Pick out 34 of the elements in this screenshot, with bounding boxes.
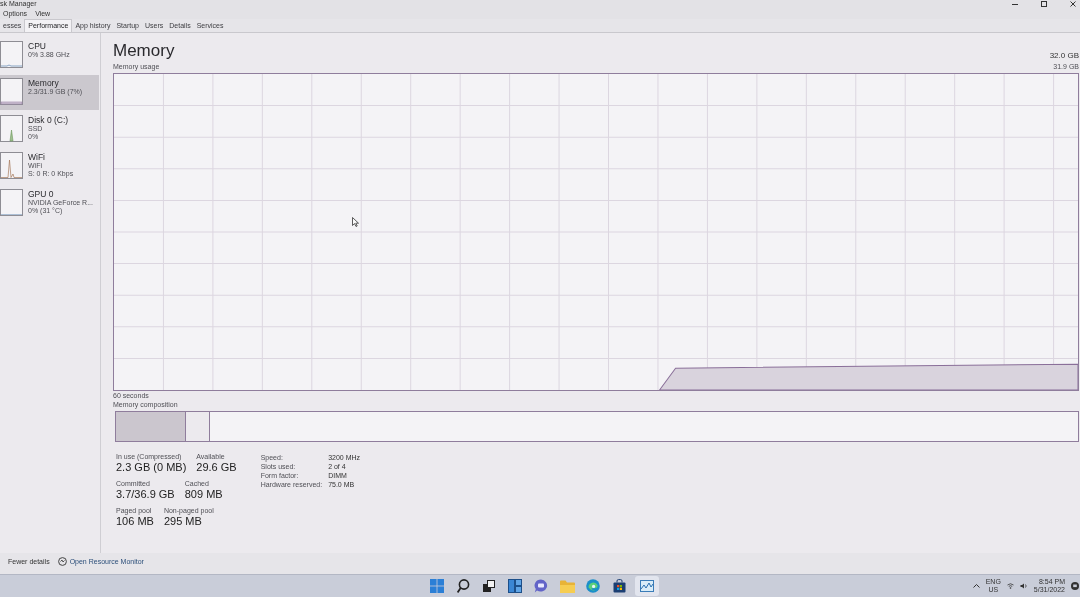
device-name: GPU 0 [28, 189, 55, 199]
device-name: WiFi [28, 152, 46, 162]
search-icon [456, 579, 470, 593]
stat-value: 106 MB [116, 515, 154, 528]
stat-value: 2.3 GB (0 MB) [116, 461, 187, 474]
mouse-pointer-icon [352, 217, 359, 227]
total-memory: 32.0 GB [1049, 51, 1079, 61]
stat-value: 295 MB [163, 515, 203, 528]
chevron-up-icon[interactable] [972, 584, 980, 588]
close-button[interactable] [1068, 0, 1078, 8]
maximize-icon [1041, 1, 1047, 7]
speaker-icon[interactable] [1019, 583, 1028, 589]
page-title: Memory [113, 41, 175, 61]
stat-value: 29.6 GB [196, 461, 237, 474]
chat-bubble-icon [534, 579, 548, 593]
device-name: Disk 0 (C:) [28, 115, 69, 125]
stat-value: 3.7/36.9 GB [116, 488, 175, 501]
close-icon [1070, 1, 1076, 7]
mini-graph-drawing [0, 78, 23, 105]
overlapping-squares-icon [483, 580, 495, 592]
stat-value: 809 MB [184, 488, 223, 501]
graph-icon [640, 580, 654, 592]
notification-icon[interactable] [1071, 582, 1079, 590]
start-icon [430, 579, 444, 593]
maximize-button[interactable] [1039, 0, 1049, 8]
shopping-bag-icon [612, 579, 626, 593]
resource-monitor-icon [57, 557, 67, 566]
device-name: Memory [28, 78, 60, 88]
folder-icon [559, 579, 575, 593]
swirl-icon [586, 579, 600, 593]
device-name: CPU [28, 41, 47, 51]
wifi-icon[interactable] [1006, 583, 1014, 589]
minimize-icon [1012, 3, 1018, 5]
panels-icon [508, 579, 522, 593]
